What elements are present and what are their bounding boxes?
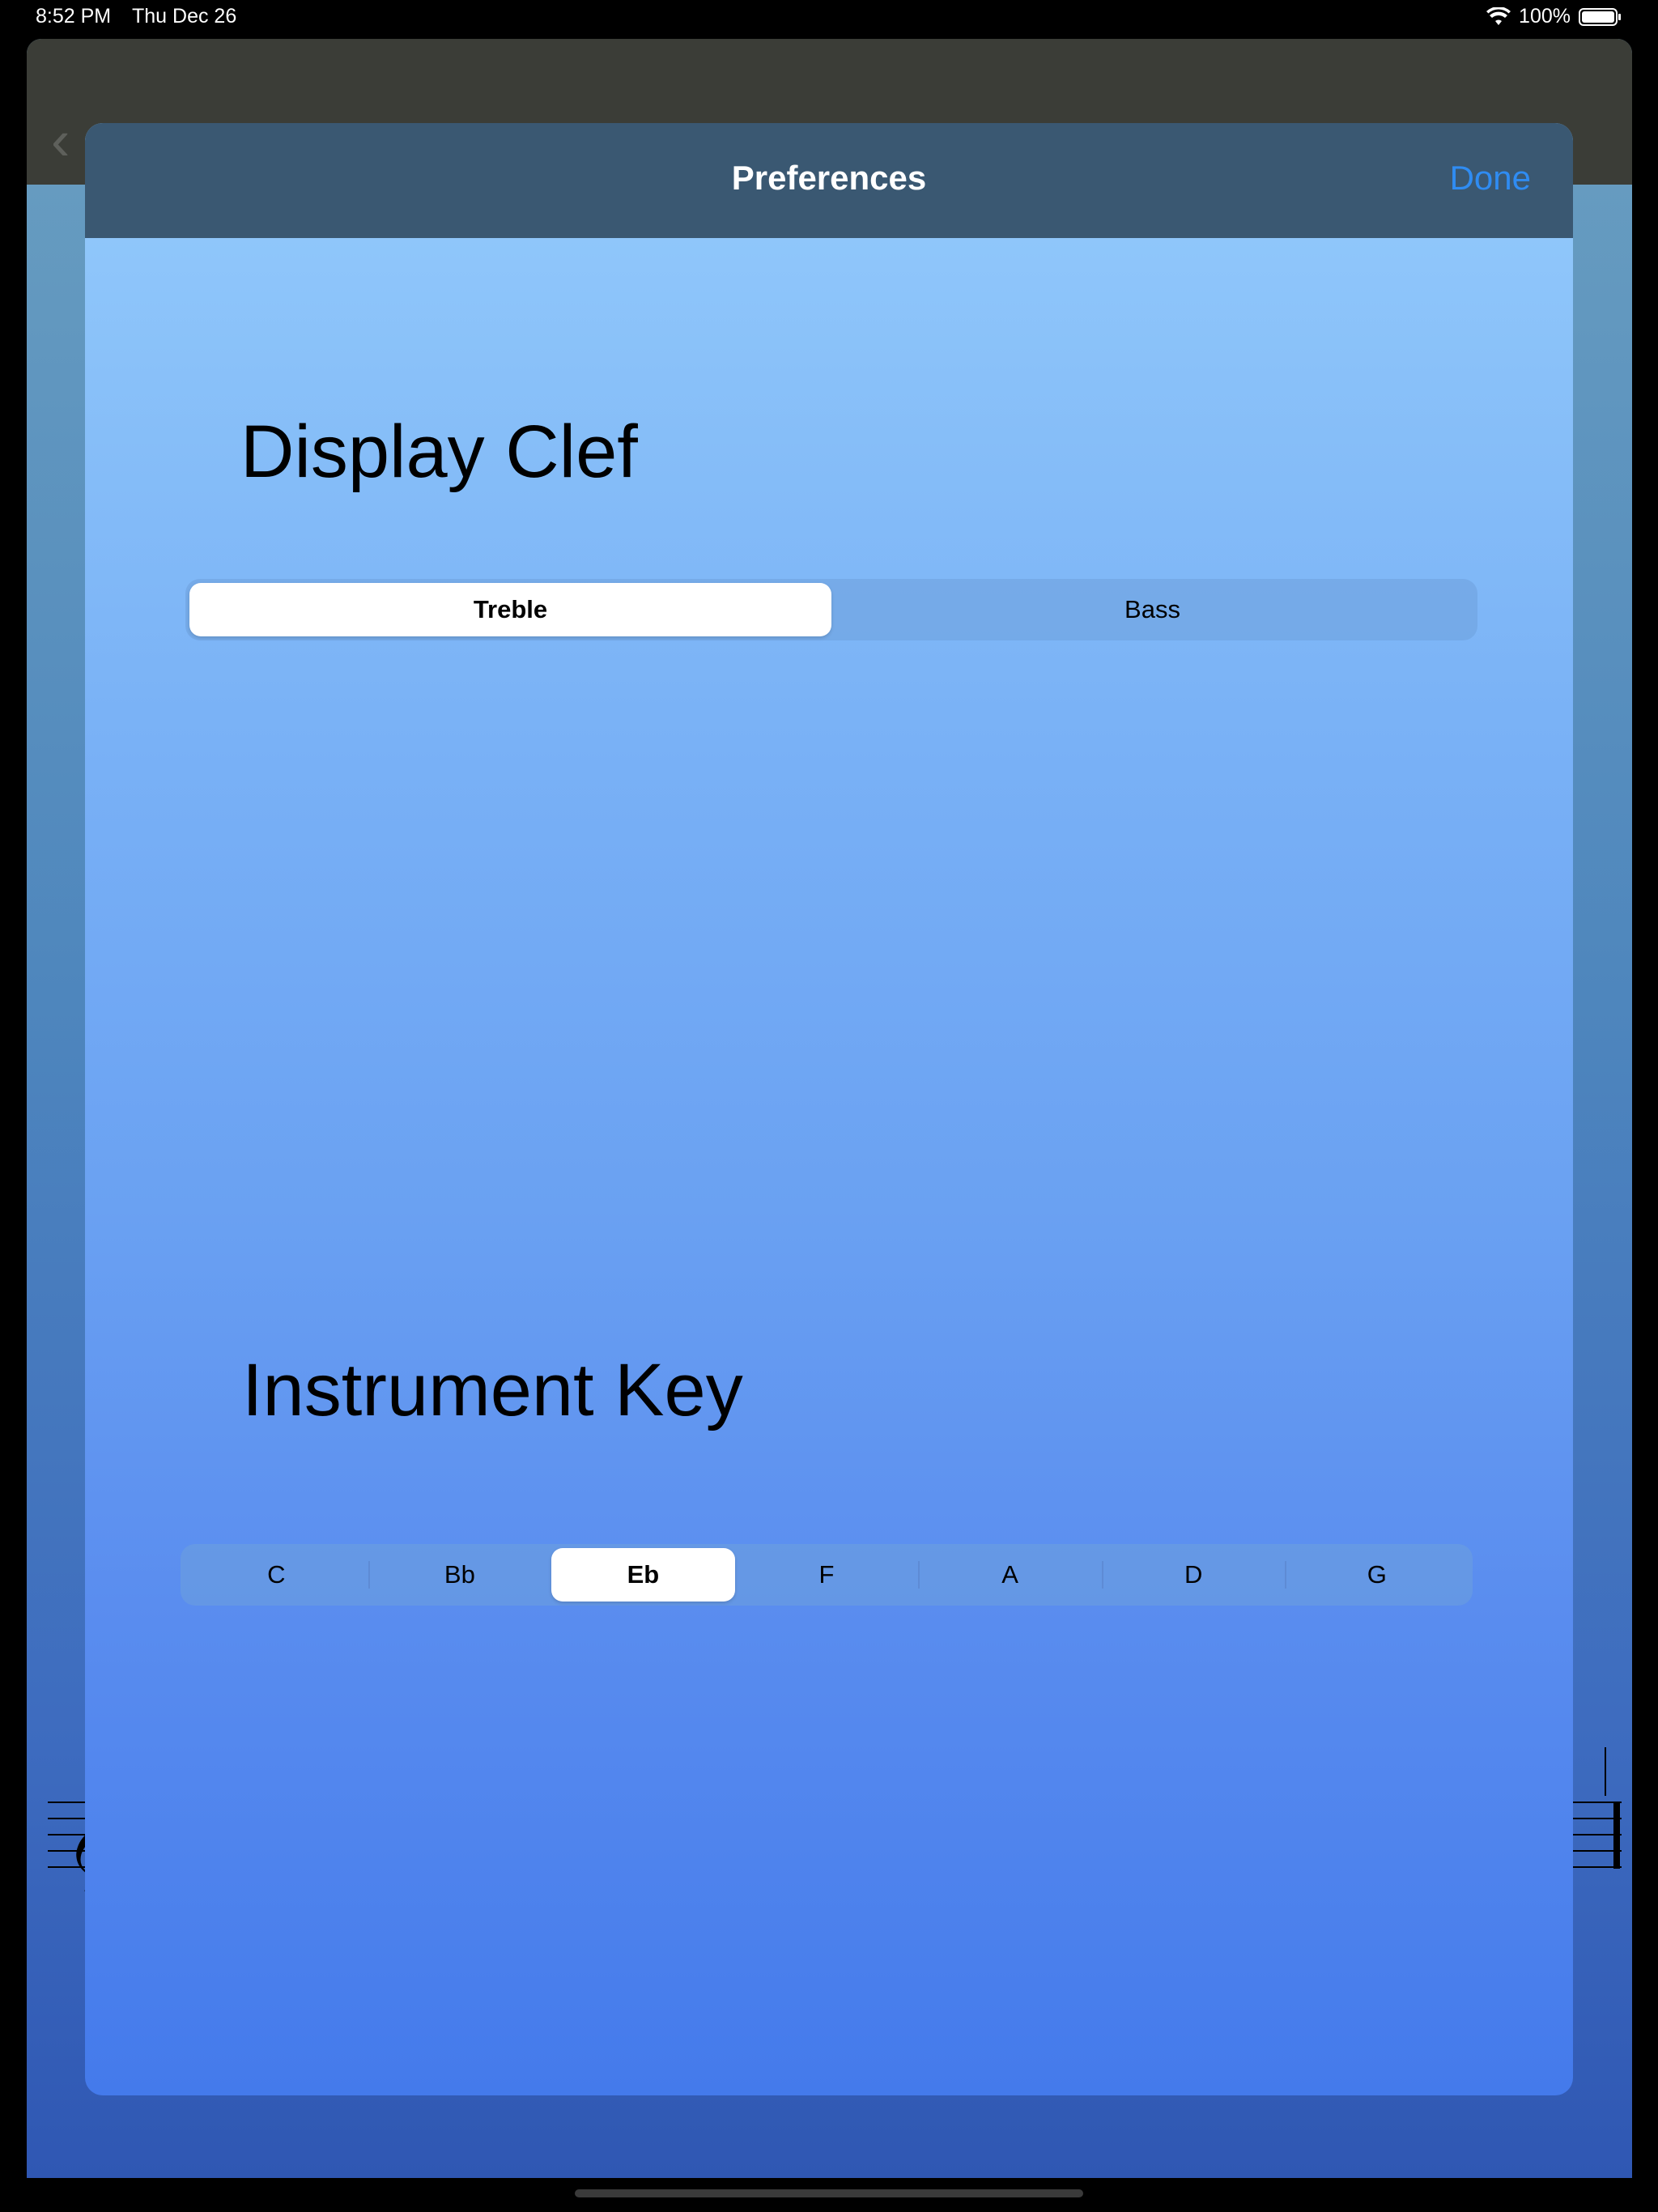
battery-percent: 100% <box>1519 5 1571 28</box>
segment-key-f[interactable]: F <box>735 1548 919 1602</box>
preferences-modal: Preferences Done Display Clef Treble Bas… <box>85 123 1573 2095</box>
back-chevron-icon[interactable]: ‹ <box>51 112 70 168</box>
status-time: 8:52 PM <box>36 5 112 28</box>
segment-treble[interactable]: Treble <box>189 583 831 636</box>
instrument-key-segmented-control[interactable]: C Bb Eb F A D G <box>181 1544 1473 1606</box>
segment-key-a[interactable]: A <box>918 1548 1102 1602</box>
home-indicator[interactable] <box>575 2189 1083 2197</box>
modal-title: Preferences <box>731 159 927 197</box>
segment-key-eb[interactable]: Eb <box>551 1548 735 1602</box>
segment-key-d[interactable]: D <box>1101 1548 1286 1602</box>
display-clef-segmented-control[interactable]: Treble Bass <box>185 579 1477 640</box>
instrument-key-heading: Instrument Key <box>242 1349 743 1431</box>
segment-bass[interactable]: Bass <box>831 583 1473 636</box>
status-bar: 8:52 PM Thu Dec 26 100% <box>0 0 1658 32</box>
display-clef-heading: Display Clef <box>240 410 638 493</box>
staff-end-barline <box>1565 1747 1622 1869</box>
segment-key-c[interactable]: C <box>185 1548 368 1602</box>
segment-key-g[interactable]: G <box>1285 1548 1469 1602</box>
segment-key-bb[interactable]: Bb <box>368 1548 552 1602</box>
battery-icon <box>1579 7 1621 26</box>
modal-header: Preferences Done <box>85 123 1573 238</box>
status-date: Thu Dec 26 <box>132 5 237 28</box>
wifi-icon <box>1486 6 1511 25</box>
status-indicators: 100% <box>1486 5 1622 28</box>
done-button[interactable]: Done <box>1450 159 1531 198</box>
